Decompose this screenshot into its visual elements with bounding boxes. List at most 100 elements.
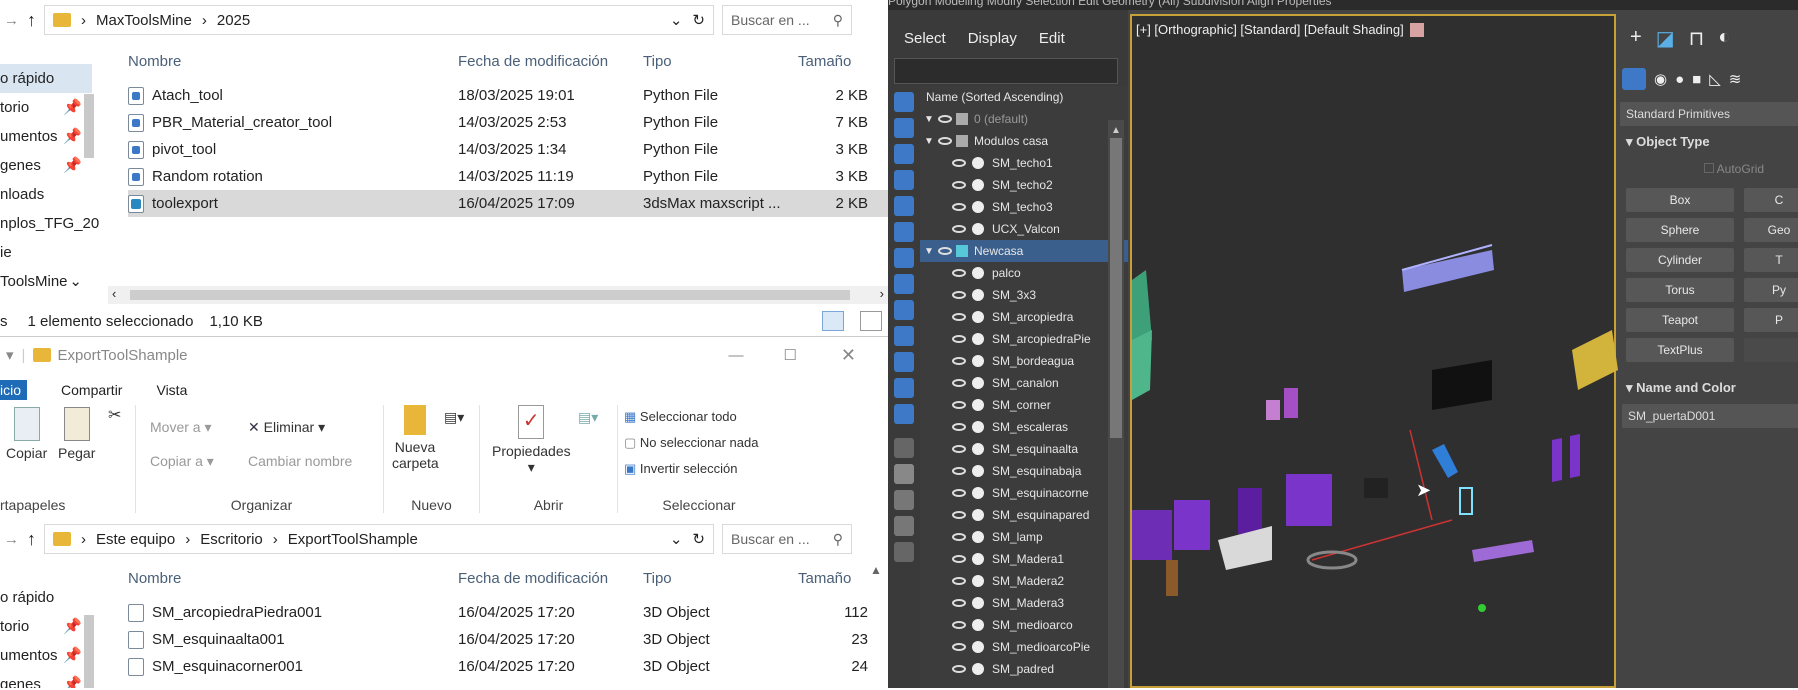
visibility-eye-icon[interactable]	[952, 665, 966, 673]
column-type[interactable]: Tipo	[643, 53, 798, 70]
menu-edit[interactable]: Edit	[1039, 30, 1065, 47]
file-row[interactable]: Random rotation 14/03/2025 11:19 Python Fi…	[128, 163, 888, 190]
visibility-eye-icon[interactable]	[938, 137, 952, 145]
scene-object-row[interactable]: SM_medioarco	[920, 614, 1128, 636]
visibility-eye-icon[interactable]	[952, 467, 966, 475]
visibility-eye-icon[interactable]	[952, 555, 966, 563]
scene-object-row[interactable]: SM_arcopiedraPie	[920, 328, 1128, 350]
nav-item[interactable]: ToolsMine ⌄	[0, 267, 92, 296]
scene-object-row[interactable]: SM_esquinabaja	[920, 460, 1128, 482]
nav-item[interactable]: genes 📌	[0, 151, 92, 180]
breadcrumb-item[interactable]: ExportToolShample	[288, 531, 418, 548]
box-button[interactable]: Box	[1626, 188, 1734, 212]
hidden-filter-icon[interactable]	[894, 378, 914, 398]
motion-tab-icon[interactable]: ◐	[1718, 26, 1730, 51]
tab-view[interactable]: Vista	[156, 382, 187, 398]
tube-button[interactable]: T	[1744, 248, 1798, 272]
file-row[interactable]: Atach_tool 18/03/2025 19:01 Python File 2 K…	[128, 82, 888, 109]
column-date[interactable]: Fecha de modificación	[458, 53, 643, 70]
expand-triangle-icon[interactable]: ▼	[924, 114, 934, 125]
scene-search-field[interactable]	[894, 58, 1118, 84]
scene-object-row[interactable]: SM_corner	[920, 394, 1128, 416]
list-icon[interactable]	[894, 490, 914, 510]
horizontal-scrollbar[interactable]: ‹ ›	[108, 286, 888, 304]
scene-object-row[interactable]: palco	[920, 262, 1128, 284]
file-row-selected[interactable]: toolexport 16/04/2025 17:09 3dsMax maxscri…	[128, 190, 888, 217]
breadcrumb-item[interactable]: Este equipo	[96, 531, 175, 548]
refresh-icon[interactable]: ↻	[692, 11, 705, 29]
visibility-eye-icon[interactable]	[952, 203, 966, 211]
primitive-type-dropdown[interactable]: Standard Primitives	[1620, 102, 1798, 126]
teapot-button[interactable]: Teapot	[1626, 308, 1734, 332]
scene-object-row[interactable]: UCX_Valcon	[920, 218, 1128, 240]
scene-object-row[interactable]: SM_lamp	[920, 526, 1128, 548]
up-arrow-icon[interactable]: ↑	[27, 529, 36, 550]
scene-object-row[interactable]: SM_esquinacorne	[920, 482, 1128, 504]
details-view-icon[interactable]	[822, 311, 844, 331]
scene-object-row[interactable]: SM_techo1	[920, 152, 1128, 174]
visibility-eye-icon[interactable]	[952, 621, 966, 629]
nav-item[interactable]: nloads	[0, 180, 92, 209]
visibility-eye-icon[interactable]	[952, 511, 966, 519]
nav-item[interactable]: umentos 📌	[0, 122, 92, 151]
scene-object-row[interactable]: SM_escaleras	[920, 416, 1128, 438]
address-input[interactable]: › MaxToolsMine › 2025 ⌄ ↻	[44, 5, 714, 35]
chevron-down-icon[interactable]: ⌄	[670, 11, 683, 29]
address-input[interactable]: › Este equipo › Escritorio › ExportToolSham…	[44, 524, 714, 554]
refresh-icon[interactable]: ↻	[692, 530, 705, 548]
layer-icon[interactable]	[894, 464, 914, 484]
geometry-category-icon[interactable]	[1622, 68, 1646, 90]
frozen-filter-icon[interactable]	[894, 352, 914, 372]
geometry-filter-icon[interactable]	[894, 118, 914, 138]
visibility-eye-icon[interactable]	[952, 423, 966, 431]
invert-selection-button[interactable]: ▣ Invertir selección	[624, 461, 737, 477]
spacewarp-filter-icon[interactable]	[894, 222, 914, 242]
bone-filter-icon[interactable]	[894, 300, 914, 320]
container-filter-icon[interactable]	[894, 326, 914, 346]
file-row[interactable]: SM_arcopiedraPiedra001 16/04/2025 17:20 3D…	[128, 599, 888, 626]
forward-arrow-icon[interactable]: →	[4, 12, 19, 29]
nav-item[interactable]: ie	[0, 238, 92, 267]
copy-to-button[interactable]: Copiar a ▾	[150, 453, 214, 470]
tab-home[interactable]: icio	[0, 380, 28, 400]
tiles-view-icon[interactable]	[860, 311, 882, 331]
scene-object-row[interactable]: SM_esquinapared	[920, 504, 1128, 526]
scene-object-row[interactable]: SM_padred	[920, 658, 1128, 680]
xref-filter-icon[interactable]	[894, 274, 914, 294]
light-filter-icon[interactable]	[894, 144, 914, 164]
viewport[interactable]: [+] [Orthographic] [Standard] [Default S…	[1130, 14, 1618, 688]
lights-category-icon[interactable]: ●	[1675, 71, 1684, 88]
options-icon[interactable]	[894, 542, 914, 562]
new-folder-button[interactable]: Nueva carpeta	[392, 405, 439, 471]
copy-button[interactable]: Copiar	[6, 407, 47, 461]
filter-icon[interactable]	[894, 516, 914, 536]
cylinder-button[interactable]: Cylinder	[1626, 248, 1734, 272]
sync-icon[interactable]	[894, 438, 914, 458]
open-icon[interactable]: ▤▾	[578, 409, 598, 426]
visibility-eye-icon[interactable]	[952, 181, 966, 189]
breadcrumb-item[interactable]: 2025	[217, 12, 250, 29]
rename-button[interactable]: Cambiar nombre	[248, 453, 352, 469]
properties-button[interactable]: ✓ Propiedades ▾	[492, 405, 571, 476]
camera-filter-icon[interactable]	[894, 170, 914, 190]
visibility-eye-icon[interactable]	[952, 225, 966, 233]
nav-scrollbar[interactable]	[84, 615, 94, 688]
visibility-eye-icon[interactable]	[952, 335, 966, 343]
visibility-eye-icon[interactable]	[938, 115, 952, 123]
visibility-eye-icon[interactable]	[938, 247, 952, 255]
scene-scrollbar[interactable]: ▲	[1108, 120, 1124, 688]
nav-item[interactable]: o rápido	[0, 64, 92, 93]
object-type-rollout[interactable]: ▾ Object Type	[1626, 134, 1710, 150]
spacewarps-category-icon[interactable]: ≋	[1729, 70, 1742, 88]
scene-object-row[interactable]: SM_Madera1	[920, 548, 1128, 570]
visibility-eye-icon[interactable]	[952, 577, 966, 585]
cut-icon[interactable]: ✂	[108, 405, 121, 425]
nav-item[interactable]: torio 📌	[0, 93, 92, 122]
visibility-eye-icon[interactable]	[952, 379, 966, 387]
forward-arrow-icon[interactable]: →	[4, 531, 19, 548]
column-name[interactable]: Nombre	[128, 570, 458, 587]
scene-object-row[interactable]: SM_esquinaalta	[920, 438, 1128, 460]
nav-item[interactable]: o rápido	[0, 583, 92, 612]
nav-item[interactable]: torio 📌	[0, 612, 92, 641]
delete-button[interactable]: ✕ Eliminar ▾	[248, 419, 325, 436]
